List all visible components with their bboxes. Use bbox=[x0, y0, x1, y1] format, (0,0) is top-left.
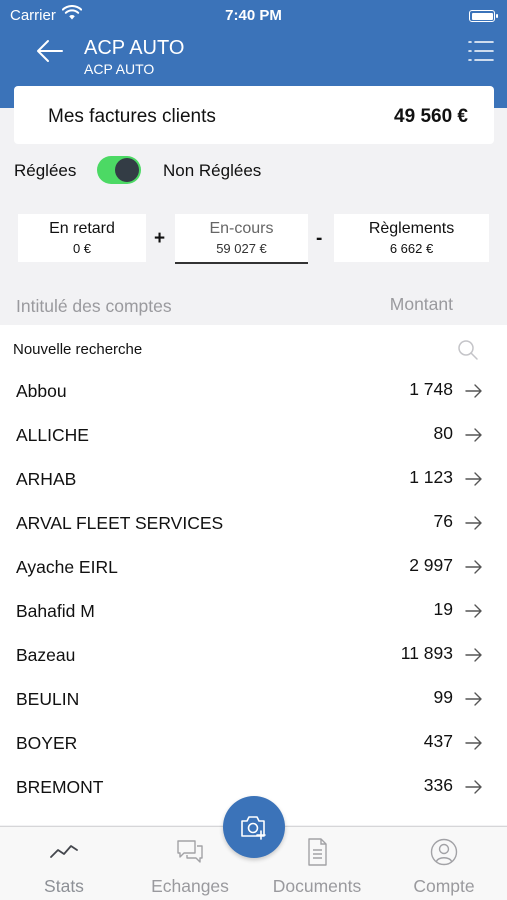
arrow-right-icon bbox=[465, 384, 482, 398]
status-time: 7:40 PM bbox=[225, 7, 282, 24]
arrow-right-icon bbox=[465, 648, 482, 662]
chat-bubbles-icon bbox=[177, 840, 203, 863]
arrow-right-icon bbox=[465, 560, 482, 574]
balance-cards: En retard 0 € + En-cours 59 027 € - Règl… bbox=[0, 214, 507, 266]
account-name: ARVAL FLEET SERVICES bbox=[16, 513, 224, 533]
tab-account-label: Compte bbox=[413, 876, 475, 896]
tab-exchanges-label: Echanges bbox=[151, 876, 229, 896]
new-search-label: Nouvelle recherche bbox=[13, 341, 143, 358]
account-amount: 19 bbox=[433, 599, 453, 619]
payments-title: Règlements bbox=[368, 220, 455, 237]
minus-sign: - bbox=[316, 228, 323, 249]
account-row[interactable]: BEULIN 99 bbox=[0, 677, 507, 721]
scan-document-button[interactable] bbox=[223, 796, 285, 858]
summary-amount: 49 560 € bbox=[394, 106, 468, 127]
tab-stats[interactable]: Stats bbox=[14, 827, 114, 900]
account-name: Ayache EIRL bbox=[16, 557, 118, 577]
battery-icon bbox=[469, 10, 498, 22]
account-amount: 76 bbox=[433, 511, 453, 531]
account-name: Abbou bbox=[16, 381, 67, 401]
account-amount: 1 123 bbox=[409, 467, 453, 487]
tab-stats-label: Stats bbox=[44, 876, 84, 896]
arrow-right-icon bbox=[465, 428, 482, 442]
account-row[interactable]: Abbou 1 748 bbox=[0, 369, 507, 413]
tab-account[interactable]: Compte bbox=[396, 827, 492, 900]
back-arrow-icon[interactable] bbox=[36, 38, 64, 64]
page-title: ACP AUTO bbox=[84, 37, 185, 59]
camera-plus-icon bbox=[241, 816, 266, 840]
current-card[interactable]: En-cours 59 027 € bbox=[175, 214, 308, 264]
unpaid-label: Non Réglées bbox=[163, 161, 262, 180]
account-amount: 336 bbox=[423, 775, 453, 795]
toggle-knob bbox=[115, 158, 139, 182]
paid-label: Réglées bbox=[14, 161, 77, 180]
account-name: Bazeau bbox=[16, 645, 76, 665]
new-search-row[interactable]: Nouvelle recherche bbox=[0, 325, 507, 369]
account-name: ALLICHE bbox=[16, 425, 89, 445]
user-circle-icon bbox=[430, 838, 458, 866]
account-amount: 80 bbox=[433, 423, 453, 443]
summary-label: Mes factures clients bbox=[48, 106, 216, 127]
account-name: BOYER bbox=[16, 733, 78, 753]
list-column-headers: Intitulé des comptes Montant bbox=[0, 292, 507, 322]
account-row[interactable]: Ayache EIRL 2 997 bbox=[0, 545, 507, 589]
arrow-right-icon bbox=[465, 692, 482, 706]
late-card[interactable]: En retard 0 € bbox=[18, 214, 146, 262]
current-value: 59 027 € bbox=[216, 241, 267, 256]
account-row[interactable]: Bazeau 11 893 bbox=[0, 633, 507, 677]
plus-sign: + bbox=[154, 228, 166, 249]
account-amount: 11 893 bbox=[400, 643, 453, 663]
page-subtitle: ACP AUTO bbox=[84, 61, 155, 77]
account-row[interactable]: BOYER 437 bbox=[0, 721, 507, 765]
search-icon[interactable] bbox=[457, 339, 479, 361]
column-amount: Montant bbox=[389, 294, 453, 314]
account-row[interactable]: ARHAB 1 123 bbox=[0, 457, 507, 501]
tab-documents-label: Documents bbox=[272, 876, 362, 896]
stats-line-icon bbox=[50, 845, 78, 858]
payments-value: 6 662 € bbox=[389, 241, 434, 256]
account-amount: 2 997 bbox=[409, 555, 453, 575]
document-icon bbox=[308, 838, 327, 866]
account-name: BEULIN bbox=[16, 689, 80, 709]
arrow-right-icon bbox=[465, 472, 482, 486]
account-row[interactable]: ALLICHE 80 bbox=[0, 413, 507, 457]
column-account-name: Intitulé des comptes bbox=[16, 296, 172, 316]
current-title: En-cours bbox=[209, 220, 274, 237]
account-name: Bahafid M bbox=[16, 601, 95, 621]
account-amount: 437 bbox=[423, 731, 453, 751]
arrow-right-icon bbox=[465, 604, 482, 618]
payments-card[interactable]: Règlements 6 662 € bbox=[334, 214, 489, 262]
list-menu-icon[interactable] bbox=[467, 39, 495, 63]
status-bar: Carrier 7:40 PM bbox=[0, 5, 507, 25]
account-row[interactable]: ARVAL FLEET SERVICES 76 bbox=[0, 501, 507, 545]
account-name: ARHAB bbox=[16, 469, 77, 489]
late-value: 0 € bbox=[72, 241, 92, 256]
paid-unpaid-toggle[interactable] bbox=[97, 156, 141, 184]
account-row[interactable]: Bahafid M 19 bbox=[0, 589, 507, 633]
arrow-right-icon bbox=[465, 780, 482, 794]
account-amount: 99 bbox=[433, 687, 453, 707]
arrow-right-icon bbox=[465, 516, 482, 530]
arrow-right-icon bbox=[465, 736, 482, 750]
account-name: BREMONT bbox=[16, 777, 104, 797]
late-title: En retard bbox=[49, 220, 115, 237]
account-amount: 1 748 bbox=[409, 379, 453, 399]
invoices-summary-card: Mes factures clients 49 560 € bbox=[14, 86, 494, 144]
accounts-list[interactable]: Nouvelle recherche Abbou 1 748 ALLICHE 8… bbox=[0, 325, 507, 825]
paid-filter-row: Réglées Non Réglées bbox=[0, 156, 507, 186]
